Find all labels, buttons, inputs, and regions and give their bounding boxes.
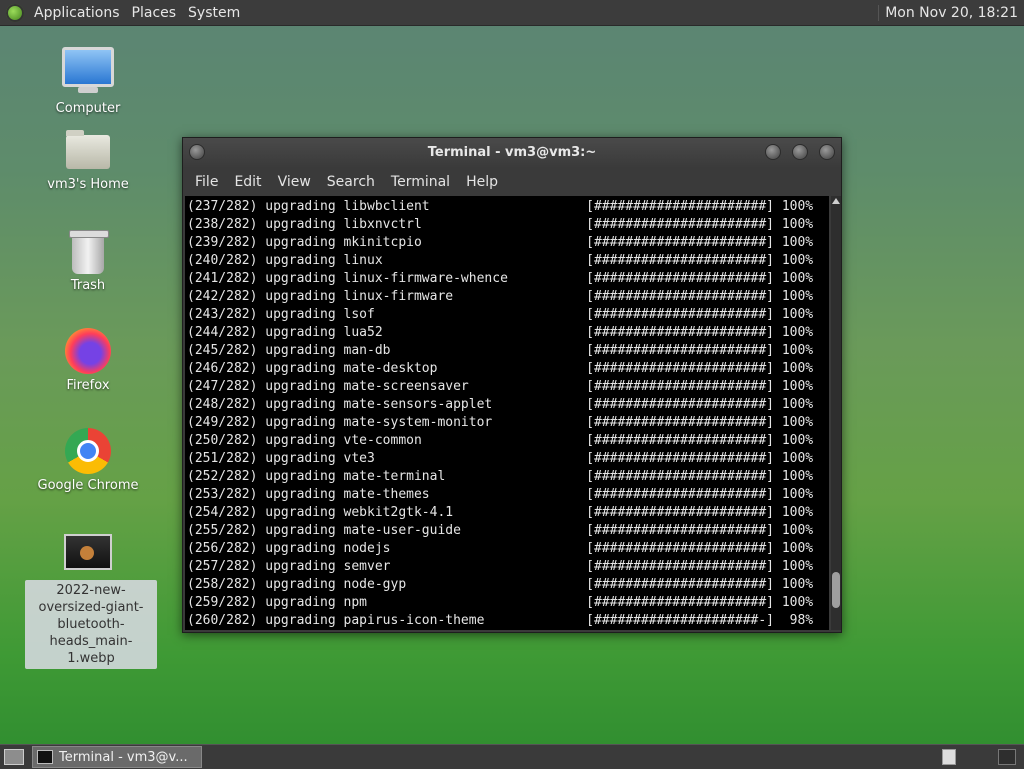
desktop-icon-label: Trash: [70, 278, 106, 293]
desktop-icon-home[interactable]: vm3's Home: [33, 130, 143, 192]
menu-places[interactable]: Places: [128, 5, 185, 21]
trash-icon: [69, 230, 109, 274]
terminal-line: (257/282) upgrading semver [############…: [187, 559, 814, 574]
workspace-2-icon[interactable]: [998, 749, 1016, 765]
terminal-line: (255/282) upgrading mate-user-guide [###…: [187, 523, 814, 538]
mate-logo-icon[interactable]: [6, 3, 24, 22]
desktop-icon-image-file[interactable]: 2022-new-oversized-giant-bluetooth-heads…: [25, 534, 157, 669]
menu-terminal[interactable]: Terminal: [383, 174, 458, 190]
taskbar-terminal-button[interactable]: Terminal - vm3@v...: [32, 746, 202, 768]
desktop-icon-label: Computer: [55, 101, 121, 116]
terminal-line: (239/282) upgrading mkinitcpio [########…: [187, 235, 814, 250]
terminal-line: (253/282) upgrading mate-themes [#######…: [187, 487, 814, 502]
maximize-icon[interactable]: [792, 144, 808, 160]
menu-edit[interactable]: Edit: [226, 174, 269, 190]
taskbar-task-label: Terminal - vm3@v...: [59, 749, 188, 765]
terminal-line: (250/282) upgrading vte-common [########…: [187, 433, 814, 448]
terminal-output[interactable]: (237/282) upgrading libwbclient [#######…: [185, 196, 829, 630]
terminal-line: (240/282) upgrading linux [#############…: [187, 253, 814, 268]
desktop-icon-label: 2022-new-oversized-giant-bluetooth-heads…: [25, 580, 157, 669]
show-desktop-icon[interactable]: [4, 749, 24, 765]
desktop-icon-label: Firefox: [66, 378, 110, 393]
terminal-line: (249/282) upgrading mate-system-monitor …: [187, 415, 814, 430]
desktop-icon-firefox[interactable]: Firefox: [33, 328, 143, 393]
terminal-icon: [37, 750, 53, 764]
image-file-icon: [64, 534, 112, 570]
terminal-line: (247/282) upgrading mate-screensaver [##…: [187, 379, 814, 394]
terminal-line: (238/282) upgrading libxnvctrl [########…: [187, 217, 814, 232]
window-titlebar[interactable]: Terminal - vm3@vm3:~: [183, 138, 841, 168]
firefox-icon: [65, 328, 111, 374]
desktop-icon-label: Google Chrome: [37, 478, 139, 493]
home-folder-icon: [66, 130, 110, 169]
menu-file[interactable]: File: [187, 174, 226, 190]
terminal-text: (237/282) upgrading libwbclient [#######…: [185, 196, 829, 630]
computer-icon: [62, 47, 114, 93]
desktop-icon-chrome[interactable]: Google Chrome: [33, 428, 143, 493]
workspace-1-icon[interactable]: [942, 749, 956, 765]
clock[interactable]: Mon Nov 20, 18:21: [878, 4, 1024, 21]
menu-applications[interactable]: Applications: [30, 5, 128, 21]
terminal-line: (254/282) upgrading webkit2gtk-4.1 [####…: [187, 505, 814, 520]
desktop-icon-trash[interactable]: Trash: [33, 230, 143, 293]
terminal-line: (246/282) upgrading mate-desktop [######…: [187, 361, 814, 376]
desktop-icon-label: vm3's Home: [47, 177, 129, 192]
menu-system[interactable]: System: [184, 5, 248, 21]
chrome-icon: [65, 428, 111, 474]
window-title: Terminal - vm3@vm3:~: [427, 145, 597, 160]
terminal-line: (243/282) upgrading lsof [##############…: [187, 307, 814, 322]
terminal-line: (256/282) upgrading nodejs [############…: [187, 541, 814, 556]
scroll-up-arrow-icon[interactable]: [832, 198, 840, 204]
close-icon[interactable]: [819, 144, 835, 160]
terminal-line: (252/282) upgrading mate-terminal [#####…: [187, 469, 814, 484]
scrollbar-thumb[interactable]: [832, 572, 840, 608]
terminal-line: (248/282) upgrading mate-sensors-applet …: [187, 397, 814, 412]
terminal-menubar: File Edit View Search Terminal Help: [183, 168, 841, 196]
top-panel: Applications Places System Mon Nov 20, 1…: [0, 0, 1024, 26]
terminal-scrollbar[interactable]: [831, 196, 841, 630]
terminal-line: (244/282) upgrading lua52 [#############…: [187, 325, 814, 340]
menu-help[interactable]: Help: [458, 174, 506, 190]
desktop-icon-computer[interactable]: Computer: [33, 47, 143, 116]
bottom-panel: Terminal - vm3@v...: [0, 744, 1024, 769]
terminal-line: (245/282) upgrading man-db [############…: [187, 343, 814, 358]
terminal-line: (258/282) upgrading node-gyp [##########…: [187, 577, 814, 592]
menu-search[interactable]: Search: [319, 174, 383, 190]
terminal-line: (242/282) upgrading linux-firmware [####…: [187, 289, 814, 304]
terminal-window[interactable]: Terminal - vm3@vm3:~ File Edit View Sear…: [182, 137, 842, 633]
menu-view[interactable]: View: [270, 174, 319, 190]
terminal-line: (260/282) upgrading papirus-icon-theme […: [187, 613, 814, 628]
terminal-line: (241/282) upgrading linux-firmware-whenc…: [187, 271, 814, 286]
terminal-line: (259/282) upgrading npm [###############…: [187, 595, 814, 610]
terminal-line: (251/282) upgrading vte3 [##############…: [187, 451, 814, 466]
terminal-line: (237/282) upgrading libwbclient [#######…: [187, 199, 814, 214]
minimize-icon[interactable]: [765, 144, 781, 160]
